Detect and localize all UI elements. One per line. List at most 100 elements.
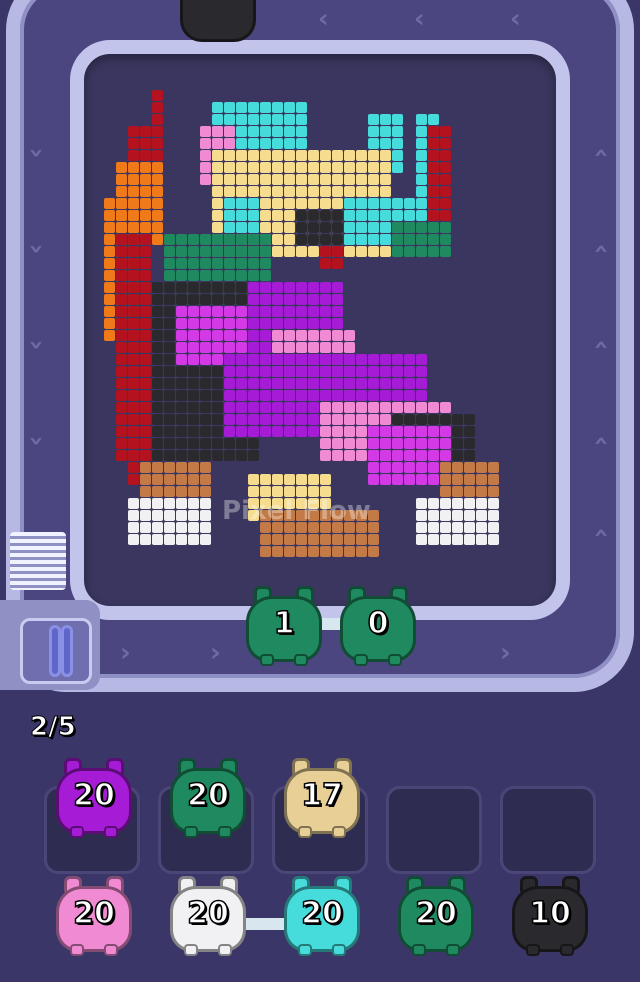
pixel-block: [284, 366, 295, 377]
pixel-block: [356, 210, 367, 221]
pixel-block: [272, 198, 283, 209]
pixel-block: [368, 114, 379, 125]
pixel-block: [224, 222, 235, 233]
pixel-block: [452, 438, 463, 449]
pixel-block: [284, 174, 295, 185]
pixel-block: [296, 234, 307, 245]
pixel-block: [404, 354, 415, 365]
pixel-block: [380, 222, 391, 233]
pixel-block: [452, 414, 463, 425]
pixel-block: [416, 222, 427, 233]
pixel-block: [440, 486, 451, 497]
pixel-block: [140, 342, 151, 353]
launcher-slot[interactable]: [20, 618, 92, 684]
pixel-block: [164, 366, 175, 377]
pixel-block: [212, 138, 223, 149]
pixel-block: [320, 402, 331, 413]
pixel-block: [128, 282, 139, 293]
track-pig[interactable]: 0: [340, 586, 416, 666]
pixel-block: [140, 438, 151, 449]
pixel-block: [152, 510, 163, 521]
pixel-block: [224, 318, 235, 329]
pixel-block: [416, 126, 427, 137]
track-pig[interactable]: 1: [246, 586, 322, 666]
pixel-block: [356, 402, 367, 413]
pixel-block: [152, 234, 163, 245]
bottom-pig[interactable]: 20: [170, 876, 246, 956]
pixel-block: [164, 390, 175, 401]
pixel-block: [332, 330, 343, 341]
pixel-block: [128, 126, 139, 137]
pixel-block: [188, 450, 199, 461]
pixel-block: [416, 450, 427, 461]
pixel-block: [224, 294, 235, 305]
pixel-block: [272, 282, 283, 293]
pixel-block: [200, 378, 211, 389]
pixel-block: [416, 234, 427, 245]
pixel-block: [260, 114, 271, 125]
pixel-block: [356, 162, 367, 173]
pixel-block: [176, 330, 187, 341]
pixel-block: [236, 162, 247, 173]
pixel-block: [392, 462, 403, 473]
pixel-block: [392, 438, 403, 449]
pixel-block: [236, 234, 247, 245]
pixel-block: [380, 174, 391, 185]
pixel-block: [320, 234, 331, 245]
pixel-block: [152, 90, 163, 101]
pixel-block: [140, 462, 151, 473]
pixel-block: [284, 306, 295, 317]
pixel-block: [284, 222, 295, 233]
pixel-block: [332, 222, 343, 233]
pixel-block: [332, 378, 343, 389]
track-chevron-icon: ‹: [20, 243, 51, 255]
pixel-block: [128, 318, 139, 329]
pixel-block: [272, 222, 283, 233]
bottom-pig[interactable]: 20: [284, 876, 360, 956]
queued-pig-black[interactable]: [180, 0, 256, 46]
waiting-slot-empty[interactable]: [500, 786, 596, 874]
pixel-block: [416, 246, 427, 257]
pixel-block: [452, 450, 463, 461]
bottom-pig[interactable]: 10: [512, 876, 588, 956]
pixel-block: [212, 174, 223, 185]
bottom-pig[interactable]: 20: [56, 876, 132, 956]
pixel-block: [212, 270, 223, 281]
slot-pig[interactable]: 17: [284, 758, 360, 838]
pixel-block: [224, 282, 235, 293]
pixel-block: [332, 438, 343, 449]
pixel-block: [272, 162, 283, 173]
pixel-block: [344, 330, 355, 341]
slot-pig[interactable]: 20: [170, 758, 246, 838]
track-chevron-icon: ‹: [586, 147, 617, 159]
pixel-block: [344, 438, 355, 449]
pixel-block: [140, 486, 151, 497]
track-chevron-icon: ‹: [20, 147, 51, 159]
pixel-block: [260, 234, 271, 245]
pixel-block: [164, 522, 175, 533]
pixel-block: [392, 390, 403, 401]
pixel-block: [332, 210, 343, 221]
pixel-block: [284, 354, 295, 365]
pixel-block: [380, 114, 391, 125]
pixel-block: [152, 414, 163, 425]
bottom-pig[interactable]: 20: [398, 876, 474, 956]
pixel-block: [272, 150, 283, 161]
pixel-block: [260, 402, 271, 413]
pixel-block: [272, 354, 283, 365]
pixel-block: [428, 174, 439, 185]
slot-pig[interactable]: 20: [56, 758, 132, 838]
waiting-slot-empty[interactable]: [386, 786, 482, 874]
pixel-block: [212, 234, 223, 245]
pixel-block: [368, 150, 379, 161]
pixel-block: [428, 186, 439, 197]
pixel-block: [308, 474, 319, 485]
pixel-block: [356, 186, 367, 197]
pixel-block: [176, 318, 187, 329]
pixel-block: [428, 534, 439, 545]
pixel-block: [128, 438, 139, 449]
pixel-block: [356, 198, 367, 209]
pixel-block: [392, 234, 403, 245]
pixel-block: [440, 174, 451, 185]
pixel-block: [236, 414, 247, 425]
